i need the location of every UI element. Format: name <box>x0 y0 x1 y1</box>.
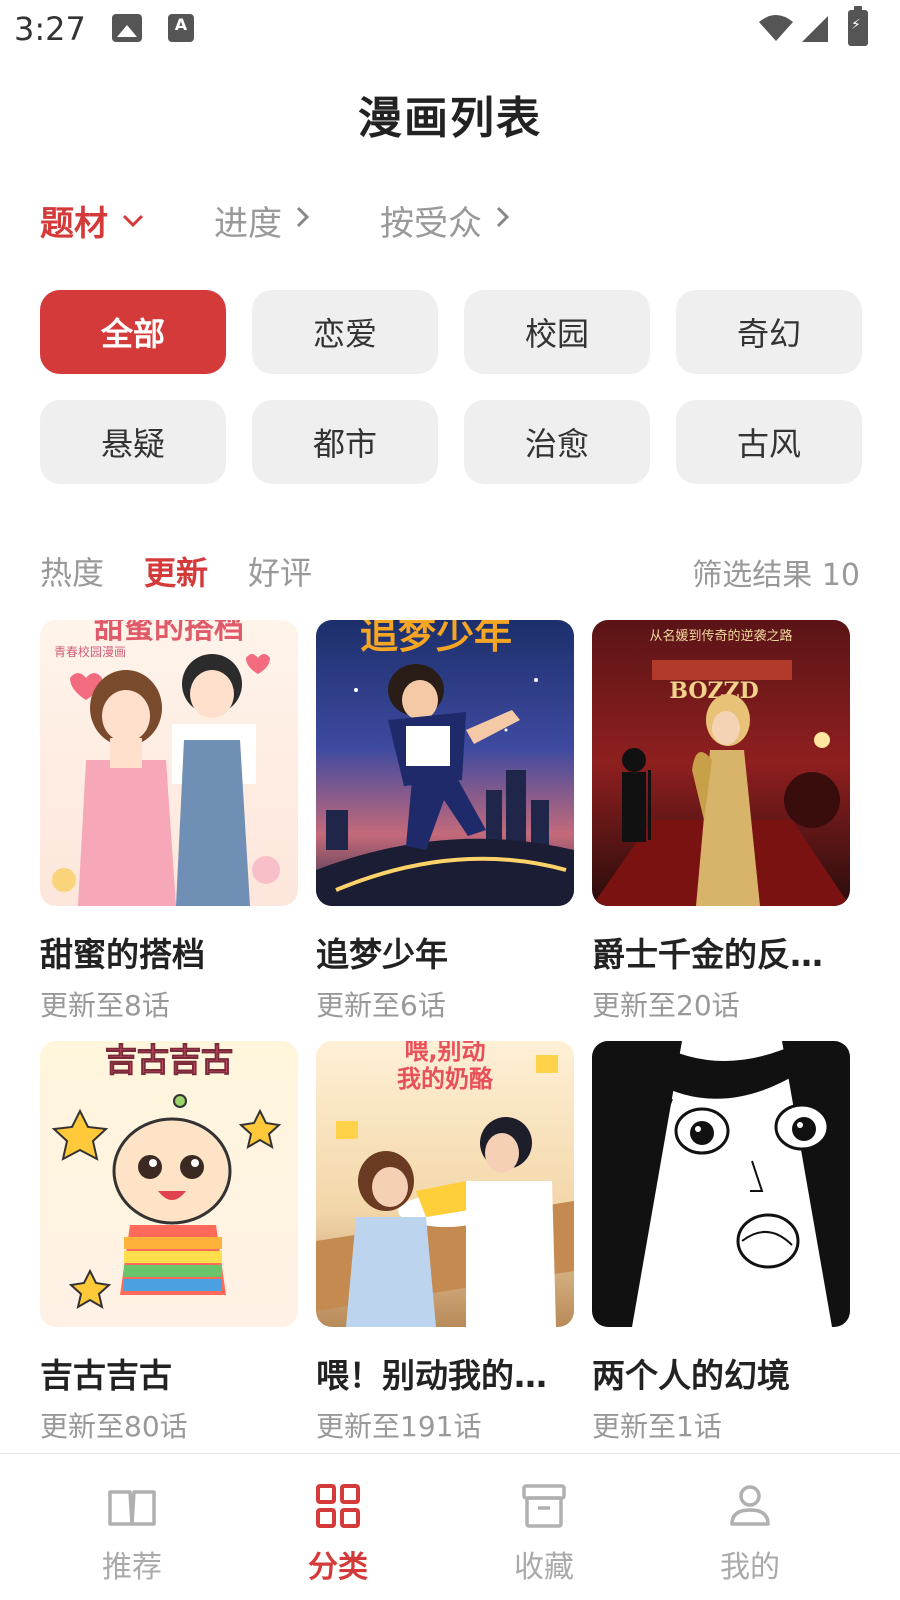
filter-tabs: 题材 进度 按受众 <box>40 195 580 245</box>
chevron-down-icon <box>122 205 144 235</box>
cover-title: 吉古吉古 <box>105 1041 233 1079</box>
cover-title: 喂,别动我的奶酪 <box>397 1041 494 1093</box>
filter-genre[interactable]: 题材 <box>40 195 144 245</box>
comic-title: 两个人的幻境 <box>592 1356 790 1395</box>
comic-cover: 吉古吉古 <box>40 1041 298 1327</box>
comic-title: 甜蜜的搭档 <box>40 935 205 974</box>
comic-title: 喂！别动我的… <box>316 1356 547 1395</box>
comic-title: 吉古吉古 <box>40 1356 172 1395</box>
chip-urban[interactable]: 都市 <box>252 400 438 484</box>
result-count: 筛选结果 10 <box>692 558 860 593</box>
cover-subtitle: 青春校园漫画 <box>54 644 126 659</box>
comic-card[interactable]: 两个人的幻境 更新至1话 <box>592 1041 850 1445</box>
genre-chips: 全部 恋爱 校园 奇幻 悬疑 都市 治愈 古风 <box>40 290 862 484</box>
chip-campus[interactable]: 校园 <box>464 290 650 374</box>
filter-audience-label: 按受众 <box>380 203 482 244</box>
font-notification-icon: A <box>168 14 194 42</box>
chip-ancient[interactable]: 古风 <box>676 400 862 484</box>
sort-row: 热度 更新 好评 筛选结果 10 <box>40 548 860 594</box>
grid-icon <box>316 1484 360 1528</box>
filter-progress-label: 进度 <box>214 203 282 244</box>
nav-favorites[interactable]: 收藏 <box>444 1454 644 1600</box>
comic-title: 追梦少年 <box>316 935 448 974</box>
comic-cover: 追梦少年 <box>316 620 574 906</box>
chip-romance[interactable]: 恋爱 <box>252 290 438 374</box>
status-bar: 3:27 A <box>0 0 900 60</box>
nav-category[interactable]: 分类 <box>238 1454 438 1600</box>
nav-favorites-label: 收藏 <box>514 1550 574 1585</box>
comic-card[interactable]: 喂,别动我的奶酪 喂！别动我的… 更新至191话 <box>316 1041 574 1445</box>
book-icon <box>108 1490 156 1526</box>
comic-cover <box>592 1041 850 1327</box>
chip-mystery[interactable]: 悬疑 <box>40 400 226 484</box>
comic-update: 更新至6话 <box>316 989 446 1022</box>
status-time: 3:27 <box>14 10 86 48</box>
cover-title: 甜蜜的搭档 <box>94 620 244 646</box>
filter-audience[interactable]: 按受众 <box>380 195 510 245</box>
person-icon <box>730 1485 770 1526</box>
comic-card[interactable]: 从名媛到传奇的逆袭之路 BOZZD 爵士千金的反… 更新至20话 <box>592 620 850 1024</box>
chevron-right-icon <box>296 205 310 235</box>
comic-update: 更新至8话 <box>40 989 170 1022</box>
signal-icon <box>802 16 828 42</box>
comic-update: 更新至1话 <box>592 1410 722 1443</box>
filter-progress[interactable]: 进度 <box>214 195 310 245</box>
comic-cover: 从名媛到传奇的逆袭之路 BOZZD <box>592 620 850 906</box>
comic-card[interactable]: 追梦少年 追梦少年 更新至6话 <box>316 620 574 1024</box>
comic-update: 更新至191话 <box>316 1410 482 1443</box>
chip-fantasy[interactable]: 奇幻 <box>676 290 862 374</box>
sort-popularity[interactable]: 热度 <box>40 548 104 594</box>
archive-icon <box>522 1484 566 1528</box>
nav-category-label: 分类 <box>308 1550 368 1585</box>
comic-update: 更新至80话 <box>40 1410 188 1443</box>
chevron-right-icon <box>496 205 510 235</box>
gallery-notification-icon <box>112 14 142 42</box>
nav-recommend-label: 推荐 <box>102 1550 162 1585</box>
filter-genre-label: 题材 <box>40 203 108 244</box>
cover-title: 追梦少年 <box>360 620 512 657</box>
comic-cover: 甜蜜的搭档 青春校园漫画 <box>40 620 298 906</box>
comic-cover: 喂,别动我的奶酪 <box>316 1041 574 1327</box>
battery-icon <box>848 6 868 46</box>
bottom-nav: 推荐 分类 收藏 我的 <box>0 1453 900 1600</box>
wifi-icon <box>759 15 793 41</box>
cover-tagline: 从名媛到传奇的逆袭之路 <box>649 628 792 644</box>
page-title: 漫画列表 <box>358 93 542 144</box>
comic-card[interactable]: 甜蜜的搭档 青春校园漫画 甜蜜的搭档 更新至8话 <box>40 620 298 1024</box>
comic-title: 爵士千金的反… <box>592 935 823 974</box>
sort-rating[interactable]: 好评 <box>248 548 312 594</box>
nav-profile-label: 我的 <box>720 1550 780 1585</box>
comic-card[interactable]: 吉古吉古 吉古吉古 更新至80话 <box>40 1041 298 1445</box>
nav-profile[interactable]: 我的 <box>650 1454 850 1600</box>
comic-update: 更新至20话 <box>592 989 740 1022</box>
chip-all[interactable]: 全部 <box>40 290 226 374</box>
chip-healing[interactable]: 治愈 <box>464 400 650 484</box>
sort-updated[interactable]: 更新 <box>144 548 208 594</box>
nav-recommend[interactable]: 推荐 <box>32 1454 232 1600</box>
